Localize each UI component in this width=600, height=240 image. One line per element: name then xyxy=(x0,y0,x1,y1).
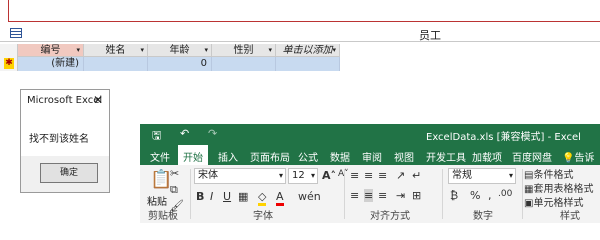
redo-icon[interactable]: ↷ xyxy=(208,127,217,140)
tab-addins[interactable]: 加载项 xyxy=(472,149,502,164)
underline-icon[interactable]: U xyxy=(223,190,231,203)
tab-insert[interactable]: 插入 xyxy=(218,149,238,164)
workbook-title: ExcelData.xls [兼容模式] - Excel xyxy=(426,132,581,143)
group-font: 字体 xyxy=(253,211,273,222)
ribbon-tabs: 文件 开始 插入 页面布局 公式 数据 审阅 视图 开发工具 加载项 百度网盘 … xyxy=(140,145,600,179)
column-header-name[interactable]: 姓名 ▾ xyxy=(84,44,148,57)
table-title: 员工 xyxy=(419,29,441,42)
ribbon-home: 📋 粘贴 ✂ ⧉ 🖌 剪贴板 宋体 ▾ 12 ▾ A˄ A˅ B I U ▦ ◇… xyxy=(140,165,600,223)
undo-icon[interactable]: ↶ xyxy=(180,127,189,140)
table-document-tab[interactable]: 员工 xyxy=(0,24,600,42)
percent-icon[interactable]: % xyxy=(470,189,480,202)
italic-icon[interactable]: I xyxy=(210,190,213,203)
copy-icon[interactable]: ⧉ xyxy=(170,183,178,197)
grow-font-icon[interactable]: A˄ xyxy=(322,169,336,182)
new-record-icon: ✱ xyxy=(4,58,14,69)
align-bottom-icon[interactable]: ≡ xyxy=(378,169,387,182)
comma-style-icon[interactable]: , xyxy=(488,189,492,202)
dropdown-arrow-icon[interactable]: ▾ xyxy=(268,44,272,57)
tab-file[interactable]: 文件 xyxy=(150,149,170,164)
tab-baidu-netdisk[interactable]: 百度网盘 xyxy=(512,149,552,164)
fill-color-icon[interactable]: ◇ xyxy=(258,190,267,206)
chevron-down-icon: ▾ xyxy=(278,171,283,180)
cell-id-new[interactable]: (新建) xyxy=(18,57,84,71)
decimal-icon[interactable]: .00 xyxy=(498,189,512,199)
dialog-footer: 确定 xyxy=(21,156,109,192)
record-selector[interactable]: ✱ xyxy=(0,44,18,71)
dialog-title: Microsoft Excel xyxy=(27,95,103,106)
frame-accent xyxy=(0,0,9,22)
phonetic-icon[interactable]: wén xyxy=(298,190,321,203)
font-name-select[interactable]: 宋体 ▾ xyxy=(194,168,286,184)
group-divider xyxy=(190,169,191,219)
save-icon[interactable]: 🖫 xyxy=(152,127,161,146)
align-middle-icon[interactable]: ≡ xyxy=(364,169,373,182)
conditional-formatting-button[interactable]: ▤条件格式 xyxy=(524,166,573,181)
tab-formulas[interactable]: 公式 xyxy=(298,149,318,164)
tab-home[interactable]: 开始 xyxy=(178,145,208,165)
ok-button[interactable]: 确定 xyxy=(40,163,98,183)
orientation-icon[interactable]: ↗ xyxy=(396,169,405,182)
wrap-text-icon[interactable]: ↵ xyxy=(412,169,421,182)
close-icon[interactable]: ✕ xyxy=(93,93,103,107)
group-number: 数字 xyxy=(473,211,493,222)
align-center-icon[interactable]: ≡ xyxy=(364,189,374,202)
group-styles: 样式 xyxy=(560,211,580,222)
chevron-down-icon: ▾ xyxy=(310,171,315,180)
group-clipboard: 剪贴板 xyxy=(148,211,178,222)
align-left-icon[interactable]: ≡ xyxy=(350,189,359,202)
paste-button[interactable]: 粘贴 xyxy=(147,193,167,208)
tab-review[interactable]: 审阅 xyxy=(362,149,382,164)
dropdown-arrow-icon[interactable]: ▾ xyxy=(140,44,144,57)
column-header-add[interactable]: 单击以添加 ▾ xyxy=(276,44,340,57)
tab-data[interactable]: 数据 xyxy=(330,149,350,164)
cell-age-new[interactable]: 0 xyxy=(148,57,212,71)
dropdown-arrow-icon[interactable]: ▾ xyxy=(76,44,80,57)
group-divider xyxy=(522,169,523,219)
message-box: Microsoft Excel ✕ 找不到该姓名 确定 xyxy=(20,89,110,193)
table-icon xyxy=(10,28,22,38)
dropdown-arrow-icon[interactable]: ▾ xyxy=(204,44,208,57)
indent-icon[interactable]: ⇥ xyxy=(396,189,405,202)
group-divider xyxy=(344,169,345,219)
borders-icon[interactable]: ▦ xyxy=(238,190,248,203)
tab-view[interactable]: 视图 xyxy=(394,149,414,164)
currency-icon[interactable]: ₿ xyxy=(450,189,458,202)
format-as-table-button[interactable]: ▦套用表格格式 xyxy=(524,180,593,195)
dialog-message: 找不到该姓名 xyxy=(29,134,89,145)
cell-name-new[interactable] xyxy=(84,57,148,71)
align-top-icon[interactable]: ≡ xyxy=(350,169,359,182)
tab-page-layout[interactable]: 页面布局 xyxy=(250,149,290,164)
font-size-select[interactable]: 12 ▾ xyxy=(288,168,318,184)
column-header-age[interactable]: 年龄 ▾ xyxy=(148,44,212,57)
excel-window: 🖫 ↶ ↷ ExcelData.xls [兼容模式] - Excel 文件 开始… xyxy=(140,124,600,223)
chevron-down-icon: ▾ xyxy=(508,171,513,180)
cut-icon[interactable]: ✂ xyxy=(170,167,179,180)
font-color-icon[interactable]: A xyxy=(276,190,284,206)
align-right-icon[interactable]: ≡ xyxy=(378,189,387,202)
tab-developer[interactable]: 开发工具 xyxy=(426,149,466,164)
number-format-select[interactable]: 常规 ▾ xyxy=(448,168,516,184)
column-header-gender[interactable]: 性别 ▾ xyxy=(212,44,276,57)
access-window-frame xyxy=(0,0,600,22)
group-divider xyxy=(442,169,443,219)
dropdown-arrow-icon[interactable]: ▾ xyxy=(332,44,336,57)
column-header-id[interactable]: 编号 ▾ xyxy=(18,44,84,57)
cell-gender-new[interactable] xyxy=(212,57,276,71)
lightbulb-icon: 💡 xyxy=(562,153,575,164)
group-alignment: 对齐方式 xyxy=(370,211,410,222)
bold-icon[interactable]: B xyxy=(196,190,204,203)
cell-add-new[interactable] xyxy=(276,57,340,71)
excel-titlebar: 🖫 ↶ ↷ ExcelData.xls [兼容模式] - Excel xyxy=(140,124,600,145)
merge-center-icon[interactable]: ⊞ xyxy=(412,189,421,202)
